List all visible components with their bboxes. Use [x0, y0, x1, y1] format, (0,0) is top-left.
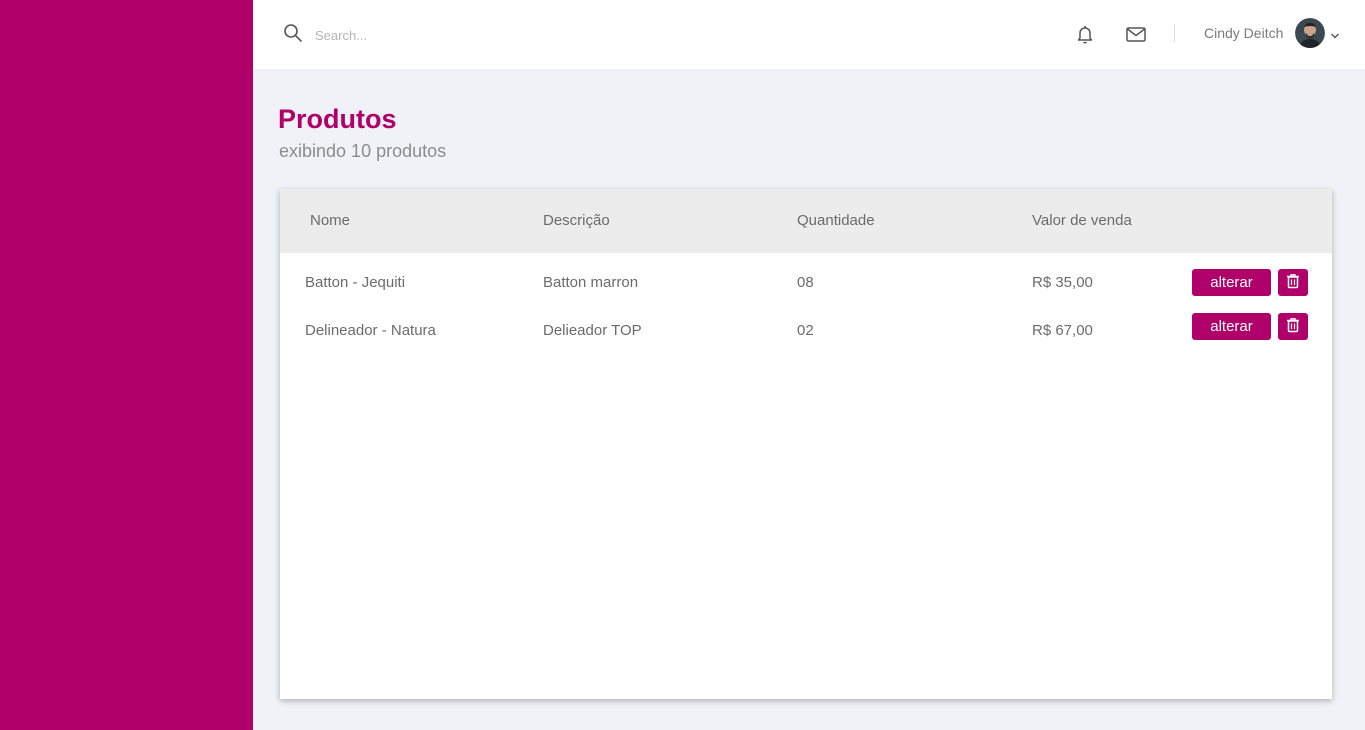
cell-descricao: Batton marron: [543, 274, 639, 291]
delete-button[interactable]: [1278, 269, 1308, 296]
cell-valor: R$ 35,00: [1032, 274, 1093, 291]
page-title: Produtos: [278, 104, 397, 134]
mail-icon[interactable]: [1125, 24, 1147, 44]
chevron-down-icon[interactable]: [1330, 28, 1340, 39]
top-bar: Cindy Deitch: [253, 0, 1365, 69]
column-header-descricao: Descrição: [543, 212, 610, 229]
search-input[interactable]: [315, 23, 615, 47]
trash-icon: [1286, 317, 1300, 336]
trash-icon: [1286, 273, 1300, 292]
table-row: Batton - Jequiti Batton marron 08 R$ 35,…: [280, 261, 1332, 301]
column-header-valor-de-venda: Valor de venda: [1032, 212, 1132, 229]
edit-button[interactable]: alterar: [1192, 313, 1271, 340]
cell-nome: Delineador - Natura: [305, 322, 436, 339]
cell-quantidade: 02: [797, 322, 814, 339]
avatar[interactable]: [1295, 18, 1326, 48]
cell-descricao: Delieador TOP: [543, 322, 642, 339]
user-name: Cindy Deitch: [1204, 25, 1284, 41]
topbar-divider: [1174, 24, 1175, 42]
edit-button[interactable]: alterar: [1192, 269, 1271, 296]
sidebar: [0, 0, 253, 730]
bell-icon[interactable]: [1074, 23, 1096, 45]
table-row: Delineador - Natura Delieador TOP 02 R$ …: [280, 305, 1332, 345]
cell-nome: Batton - Jequiti: [305, 274, 406, 291]
products-table: Nome Descrição Quantidade Valor de venda…: [280, 189, 1332, 699]
table-header: Nome Descrição Quantidade Valor de venda: [280, 189, 1332, 253]
user-menu[interactable]: Cindy Deitch: [1204, 17, 1340, 49]
cell-quantidade: 08: [797, 274, 814, 291]
column-header-quantidade: Quantidade: [797, 212, 875, 229]
delete-button[interactable]: [1278, 313, 1308, 340]
page-subtitle: exibindo 10 produtos: [279, 141, 447, 161]
column-header-nome: Nome: [310, 212, 351, 229]
cell-valor: R$ 67,00: [1032, 322, 1093, 339]
search-icon[interactable]: [283, 23, 303, 43]
